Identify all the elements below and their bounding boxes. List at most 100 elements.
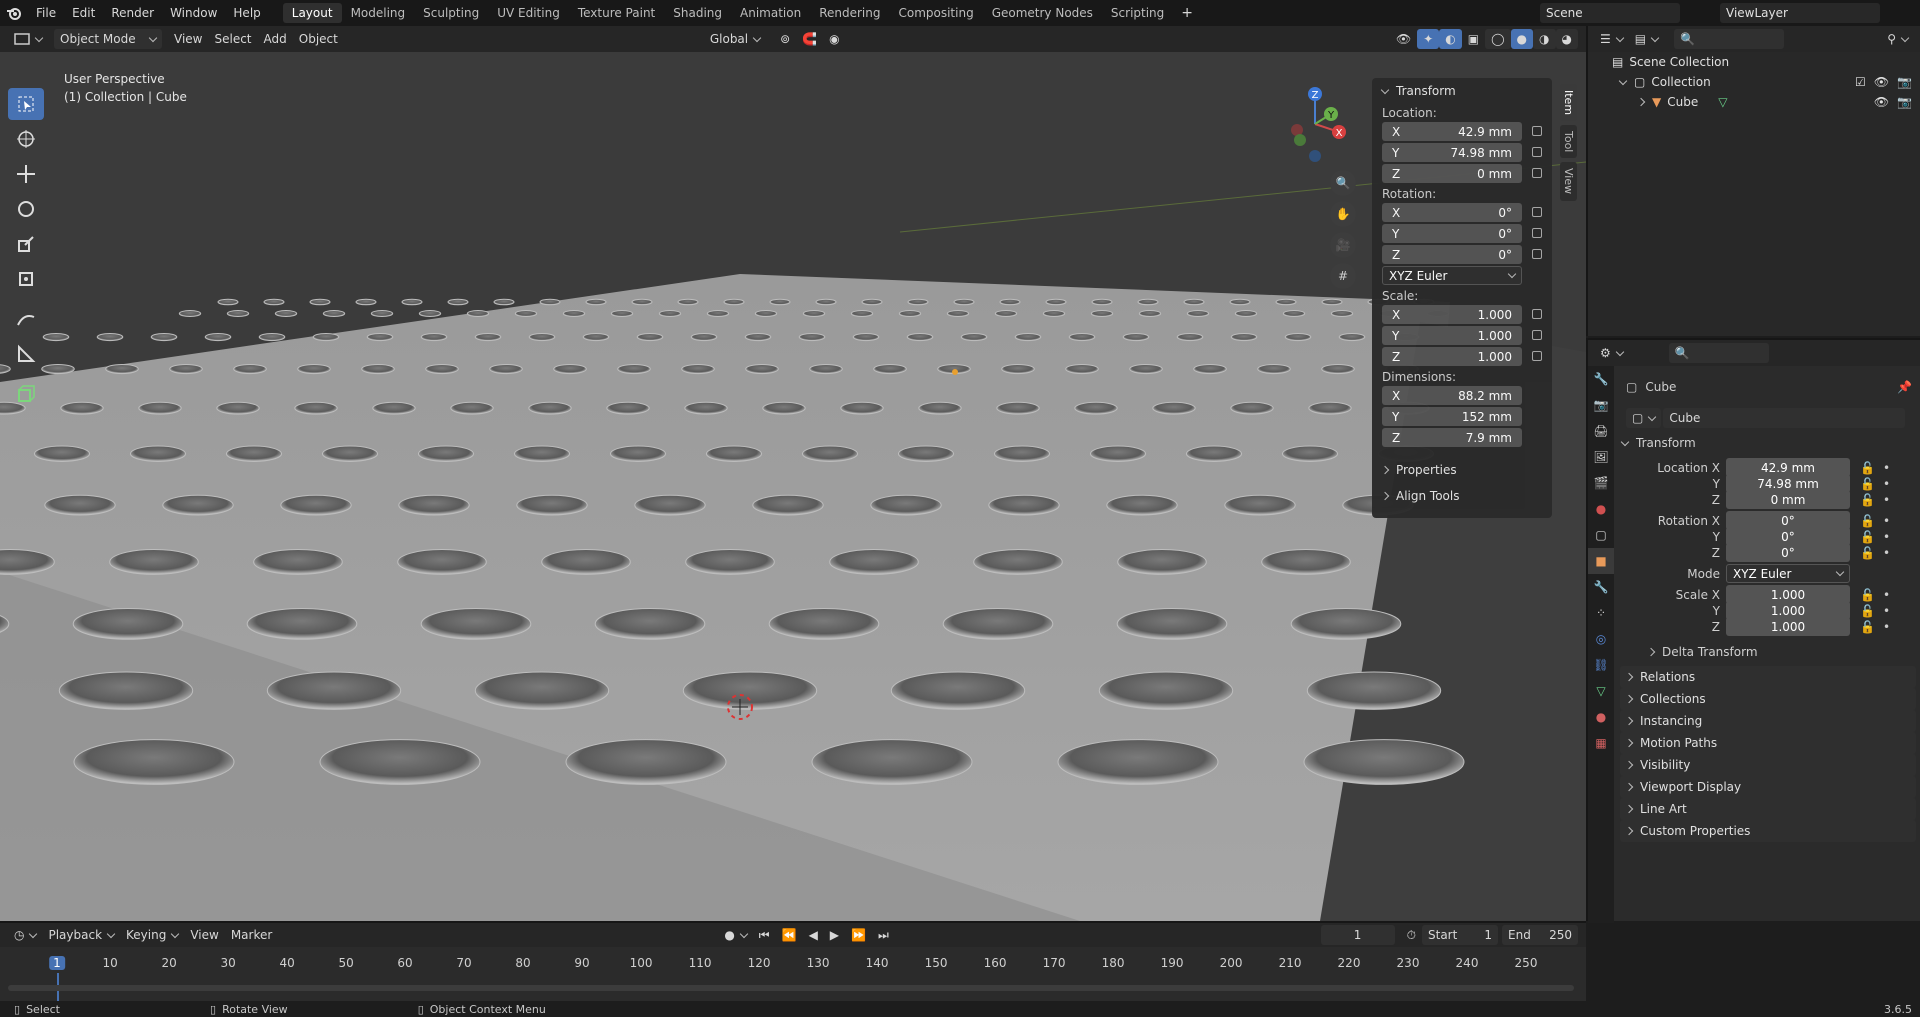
expand-cube-icon[interactable]: [1636, 97, 1646, 107]
view-menu[interactable]: View: [168, 29, 208, 49]
workspace-tab-geometry-nodes[interactable]: Geometry Nodes: [983, 3, 1102, 23]
collection-tab-icon[interactable]: ▢: [1588, 522, 1614, 548]
record-keyframe-icon[interactable]: ●: [718, 925, 752, 945]
scene-selector[interactable]: Scene: [1540, 3, 1680, 23]
output-tab-icon[interactable]: 🖨: [1588, 418, 1614, 444]
lock-icon[interactable]: 🔓: [1860, 588, 1875, 602]
particles-tab-icon[interactable]: ⁘: [1588, 600, 1614, 626]
lock-icon[interactable]: [1532, 147, 1542, 157]
timeline-scrollbar[interactable]: [8, 985, 1574, 991]
location-y-field[interactable]: Y 74.98 mm: [1382, 143, 1522, 162]
keying-menu[interactable]: Keying: [120, 925, 184, 945]
lock-icon[interactable]: 🔓: [1860, 546, 1875, 560]
rotation-x-field[interactable]: X 0°: [1382, 203, 1522, 222]
section-visibility[interactable]: Visibility: [1620, 754, 1916, 776]
workspace-tab-animation[interactable]: Animation: [731, 3, 810, 23]
overlay-icon[interactable]: ◐: [1439, 29, 1462, 49]
outliner-editor-type-icon[interactable]: ☰: [1594, 29, 1629, 49]
object-tab-icon[interactable]: ■: [1588, 548, 1614, 574]
timeline-ruler[interactable]: 1 10 20 30 40 50 60 70 80 90 100 110 120 130 140 150 160…: [0, 953, 1586, 1003]
section-motion-paths[interactable]: Motion Paths: [1620, 732, 1916, 754]
tool-tab-icon[interactable]: 🔧: [1588, 366, 1614, 392]
move-tool-icon[interactable]: [8, 158, 44, 190]
expand-collection-icon[interactable]: [1618, 76, 1628, 85]
section-relations[interactable]: Relations: [1620, 666, 1916, 688]
rotate-tool-icon[interactable]: [8, 193, 44, 225]
rotation-z-field[interactable]: Z 0°: [1382, 245, 1522, 264]
editor-type-icon[interactable]: [8, 29, 48, 49]
keyframe-dot-icon[interactable]: •: [1883, 493, 1890, 507]
scale-tool-icon[interactable]: [8, 228, 44, 260]
keyframe-dot-icon[interactable]: •: [1883, 546, 1890, 560]
marker-menu[interactable]: Marker: [225, 925, 278, 945]
scale-y-field[interactable]: Y 1.000: [1382, 326, 1522, 345]
shading-rendered-icon[interactable]: ◕: [1555, 29, 1578, 49]
jump-start-icon[interactable]: ⏮: [753, 925, 776, 945]
lock-icon[interactable]: [1532, 309, 1542, 319]
section-line-art[interactable]: Line Art: [1620, 798, 1916, 820]
transform-section-header[interactable]: Transform: [1620, 436, 1920, 450]
start-frame-field[interactable]: Start 1: [1422, 925, 1498, 945]
rotation-z-field[interactable]: 0°: [1726, 543, 1850, 562]
jump-end-icon[interactable]: ⏭: [872, 925, 895, 945]
gizmo-icon[interactable]: ✦: [1417, 29, 1440, 49]
delta-transform-subpanel[interactable]: Delta Transform: [1646, 645, 1920, 659]
object-menu[interactable]: Object: [293, 29, 344, 49]
transform-tool-icon[interactable]: [8, 263, 44, 295]
xray-icon[interactable]: ▣: [1462, 29, 1485, 49]
workspace-tab-modeling[interactable]: Modeling: [342, 3, 415, 23]
texture-tab-icon[interactable]: ▦: [1588, 730, 1614, 756]
add-workspace-button[interactable]: +: [1173, 0, 1201, 26]
mode-dropdown[interactable]: Object Mode: [54, 29, 162, 49]
use-preview-range-icon[interactable]: ⏱: [1401, 925, 1422, 945]
select-box-tool-icon[interactable]: [8, 88, 44, 120]
lock-icon[interactable]: [1532, 168, 1542, 178]
snap-icon[interactable]: 🧲: [796, 29, 823, 49]
view-layer-selector[interactable]: ViewLayer: [1720, 3, 1880, 23]
properties-search-input[interactable]: 🔍: [1668, 343, 1769, 363]
play-reverse-icon[interactable]: ◀: [803, 925, 824, 945]
section-collections[interactable]: Collections: [1620, 688, 1916, 710]
menu-help[interactable]: Help: [225, 0, 268, 26]
keyframe-dot-icon[interactable]: •: [1883, 588, 1890, 602]
properties-editor-type-icon[interactable]: ⚙: [1594, 343, 1629, 363]
modifier-tab-icon[interactable]: 🔧: [1588, 574, 1614, 600]
scale-x-field[interactable]: X 1.000: [1382, 305, 1522, 324]
view-layer-tab-icon[interactable]: 🖼: [1588, 444, 1614, 470]
tab-tool[interactable]: Tool: [1560, 125, 1577, 159]
dimensions-z-field[interactable]: Z 7.9 mm: [1382, 428, 1522, 447]
align-tools-subpanel[interactable]: Align Tools: [1372, 483, 1552, 509]
menu-render[interactable]: Render: [103, 0, 162, 26]
workspace-tab-uv-editing[interactable]: UV Editing: [488, 3, 569, 23]
exclude-checkbox[interactable]: ☑: [1855, 75, 1866, 89]
current-frame-field[interactable]: 1: [1320, 925, 1395, 945]
outliner-row-collection[interactable]: ▢ Collection ☑ 👁 📷: [1588, 72, 1920, 92]
pin-icon[interactable]: 📌: [1897, 380, 1912, 394]
collection-render-icon[interactable]: 📷: [1897, 75, 1912, 89]
keyframe-dot-icon[interactable]: •: [1883, 477, 1890, 491]
menu-edit[interactable]: Edit: [64, 0, 103, 26]
physics-tab-icon[interactable]: ◎: [1588, 626, 1614, 652]
workspace-tab-texture-paint[interactable]: Texture Paint: [569, 3, 664, 23]
timeline-view-menu[interactable]: View: [184, 925, 224, 945]
select-menu[interactable]: Select: [208, 29, 257, 49]
keyframe-dot-icon[interactable]: •: [1883, 620, 1890, 634]
filter-icon[interactable]: ⚲: [1881, 29, 1914, 49]
rotation-y-field[interactable]: Y 0°: [1382, 224, 1522, 243]
proportional-edit-icon[interactable]: ◉: [823, 29, 845, 49]
cube-render-icon[interactable]: 📷: [1897, 95, 1912, 109]
cursor-tool-icon[interactable]: [8, 123, 44, 155]
workspace-tab-rendering[interactable]: Rendering: [810, 3, 889, 23]
prev-keyframe-icon[interactable]: ⏪: [776, 925, 803, 945]
outliner-row-scene-collection[interactable]: ▤ Scene Collection: [1588, 52, 1920, 72]
location-z-field[interactable]: 0 mm: [1726, 490, 1850, 509]
keyframe-dot-icon[interactable]: •: [1883, 514, 1890, 528]
lock-icon[interactable]: [1532, 207, 1542, 217]
outliner-row-cube[interactable]: ▼ Cube ▽ 👁 📷: [1588, 92, 1920, 112]
scene-tab-icon[interactable]: 🎬: [1588, 470, 1614, 496]
keyframe-dot-icon[interactable]: •: [1883, 530, 1890, 544]
shading-material-icon[interactable]: ◑: [1533, 29, 1556, 49]
shading-solid-icon[interactable]: ●: [1510, 29, 1534, 49]
material-tab-icon[interactable]: ●: [1588, 704, 1614, 730]
transform-panel-header[interactable]: Transform: [1372, 78, 1552, 104]
